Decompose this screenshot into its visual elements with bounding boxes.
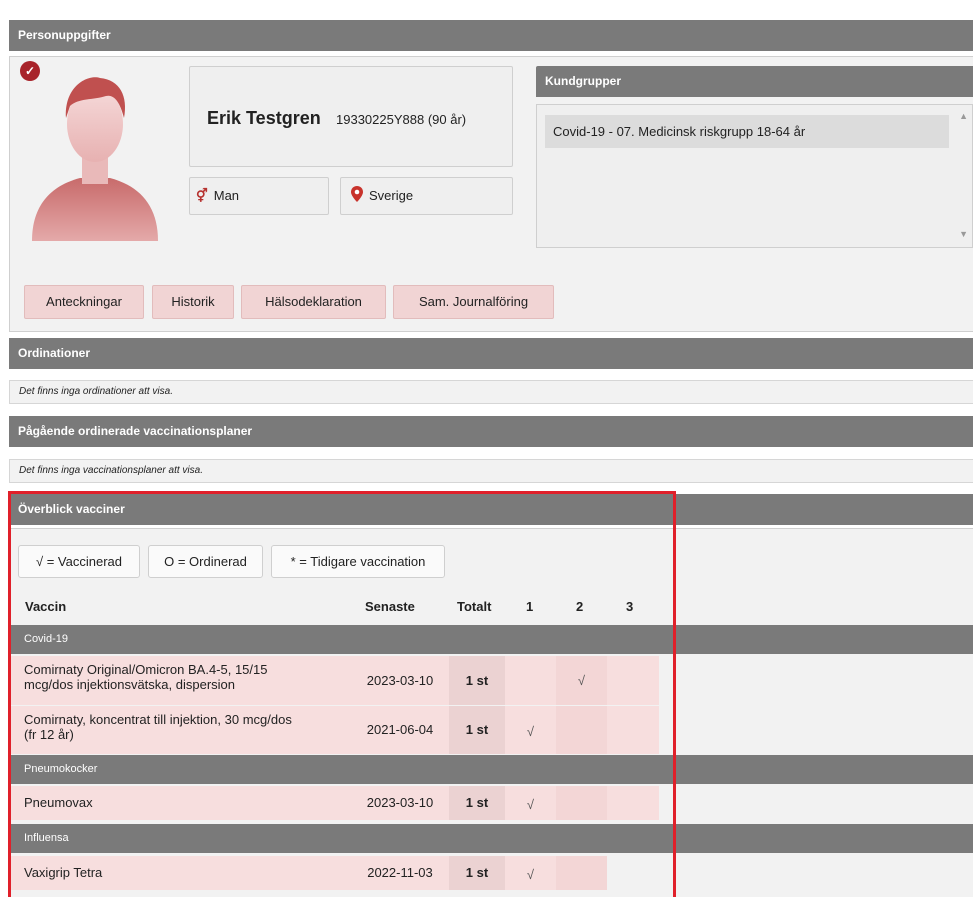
kundgrupper-list[interactable]: Covid-19 - 07. Medicinsk riskgrupp 18-64… [536, 104, 973, 248]
anteckningar-button[interactable]: Anteckningar [24, 285, 144, 319]
vaccin-name-line1: Pneumovax [24, 795, 93, 810]
patient-name-card: Erik Testgren 19330225Y888 (90 år) [189, 66, 513, 167]
vaccin-totalt: 1 st [449, 656, 505, 705]
vaccin-dose-1: √ [505, 786, 556, 820]
halsodeklaration-button[interactable]: Hälsodeklaration [241, 285, 386, 319]
legend-vaccinerad[interactable]: √ = Vaccinerad [18, 545, 140, 578]
ordinationer-empty-text: Det finns inga ordinationer att visa. [9, 380, 973, 404]
column-header-dose-3: 3 [626, 599, 634, 614]
vaccin-name-line2: (fr 12 år) [24, 727, 74, 742]
country-label: Sverige [369, 188, 414, 203]
table-row-vaccin[interactable]: Comirnaty Original/Omicron BA.4-5, 15/15… [9, 656, 351, 705]
personnummer: 19330225Y888 (90 år) [336, 112, 467, 127]
section-header-kundgrupper: Kundgrupper [536, 66, 973, 97]
kundgrupp-item[interactable]: Covid-19 - 07. Medicinsk riskgrupp 18-64… [545, 115, 949, 148]
vaccine-group-covid-19: Covid-19 [9, 625, 973, 654]
vaccin-dose-3 [607, 706, 659, 754]
vaccine-group-pneumokocker: Pneumokocker [9, 755, 973, 784]
legend-ordinerad[interactable]: O = Ordinerad [148, 545, 263, 578]
person-avatar-icon [32, 77, 158, 241]
scroll-up-arrow-icon[interactable]: ▲ [959, 111, 968, 121]
section-header-overblick-vacciner: Överblick vacciner [9, 494, 973, 525]
vaccin-dose-1 [505, 656, 556, 705]
section-header-ordinationer: Ordinationer [9, 338, 973, 369]
sam-journalforing-button[interactable]: Sam. Journalföring [393, 285, 554, 319]
vaccin-dose-3 [607, 656, 659, 705]
column-header-dose-2: 2 [576, 599, 584, 614]
column-header-dose-1: 1 [526, 599, 534, 614]
historik-button[interactable]: Historik [152, 285, 234, 319]
table-row-vaccin[interactable]: Pneumovax [9, 786, 351, 820]
legend-tidigare-vaccination[interactable]: * = Tidigare vaccination [271, 545, 445, 578]
vaccinationsplaner-empty-text: Det finns inga vaccinationsplaner att vi… [9, 459, 973, 483]
vaccin-name-line1: Comirnaty Original/Omicron BA.4-5, 15/15 [24, 662, 268, 677]
gender-label: Man [213, 188, 240, 203]
map-pin-icon [351, 178, 363, 214]
vaccin-totalt: 1 st [449, 856, 505, 890]
vaccin-dose-2: √ [556, 656, 607, 705]
vaccine-group-influensa: Influensa [9, 824, 973, 853]
gender-male-female-icon: ⚥ [196, 188, 208, 203]
section-header-personuppgifter: Personuppgifter [9, 20, 973, 51]
vaccin-dose-1: √ [505, 856, 556, 890]
vaccin-totalt: 1 st [449, 786, 505, 820]
column-header-vaccin[interactable]: Vaccin [25, 599, 66, 614]
vaccin-name-line1: Comirnaty, koncentrat till injektion, 30… [24, 712, 292, 727]
vaccin-dose-2 [556, 856, 607, 890]
table-row-vaccin[interactable]: Comirnaty, koncentrat till injektion, 30… [9, 706, 351, 754]
vaccin-senaste: 2023-03-10 [351, 786, 449, 820]
column-header-totalt[interactable]: Totalt [457, 599, 491, 614]
vaccin-totalt: 1 st [449, 706, 505, 754]
column-header-senaste[interactable]: Senaste [365, 599, 415, 614]
vaccin-dose-1: √ [505, 706, 556, 754]
vaccin-senaste: 2022-11-03 [351, 856, 449, 890]
vaccin-name-line2: mcg/dos injektionsvätska, dispersion [24, 677, 235, 692]
table-row-vaccin[interactable]: Vaxigrip Tetra [9, 856, 351, 890]
vaccin-senaste: 2023-03-10 [351, 656, 449, 705]
vaccin-dose-2 [556, 786, 607, 820]
vaccin-name-line1: Vaxigrip Tetra [24, 865, 103, 880]
vaccin-dose-3 [607, 786, 659, 820]
patient-name: Erik Testgren [207, 108, 321, 128]
section-header-vaccinationsplaner: Pågående ordinerade vaccinationsplaner [9, 416, 973, 447]
scroll-down-arrow-icon[interactable]: ▼ [959, 229, 968, 239]
vaccin-dose-2 [556, 706, 607, 754]
gender-chip: ⚥ Man [189, 177, 329, 215]
country-chip: Sverige [340, 177, 513, 215]
vaccin-senaste: 2021-06-04 [351, 706, 449, 754]
